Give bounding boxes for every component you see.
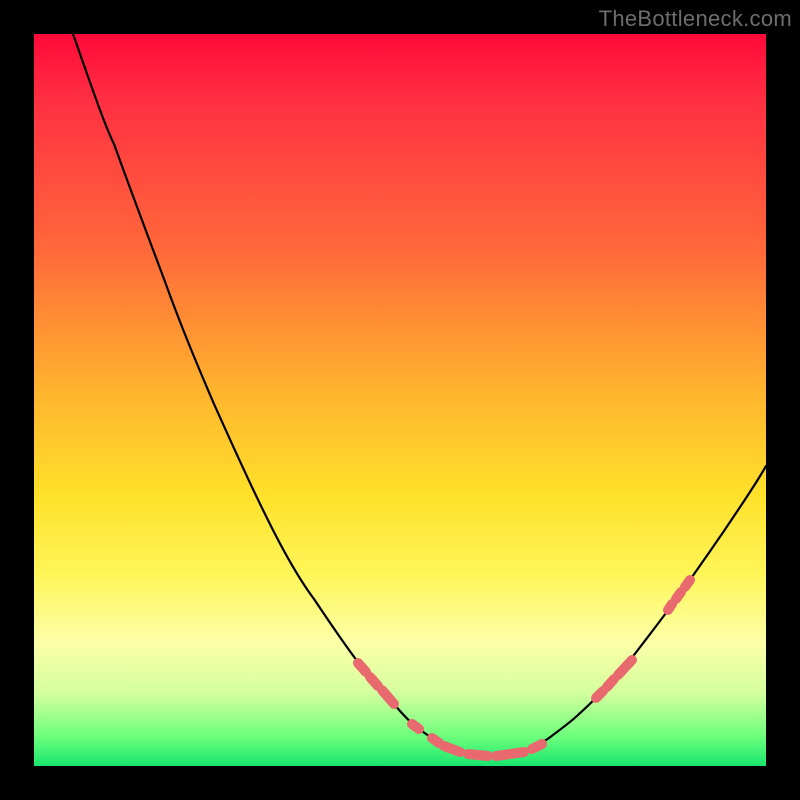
watermark-text: TheBottleneck.com (599, 6, 792, 32)
plot-area (34, 34, 766, 766)
bottleneck-curve (73, 34, 766, 756)
curve-svg (34, 34, 766, 766)
highlight-dashes (358, 580, 690, 756)
chart-frame: TheBottleneck.com (0, 0, 800, 800)
